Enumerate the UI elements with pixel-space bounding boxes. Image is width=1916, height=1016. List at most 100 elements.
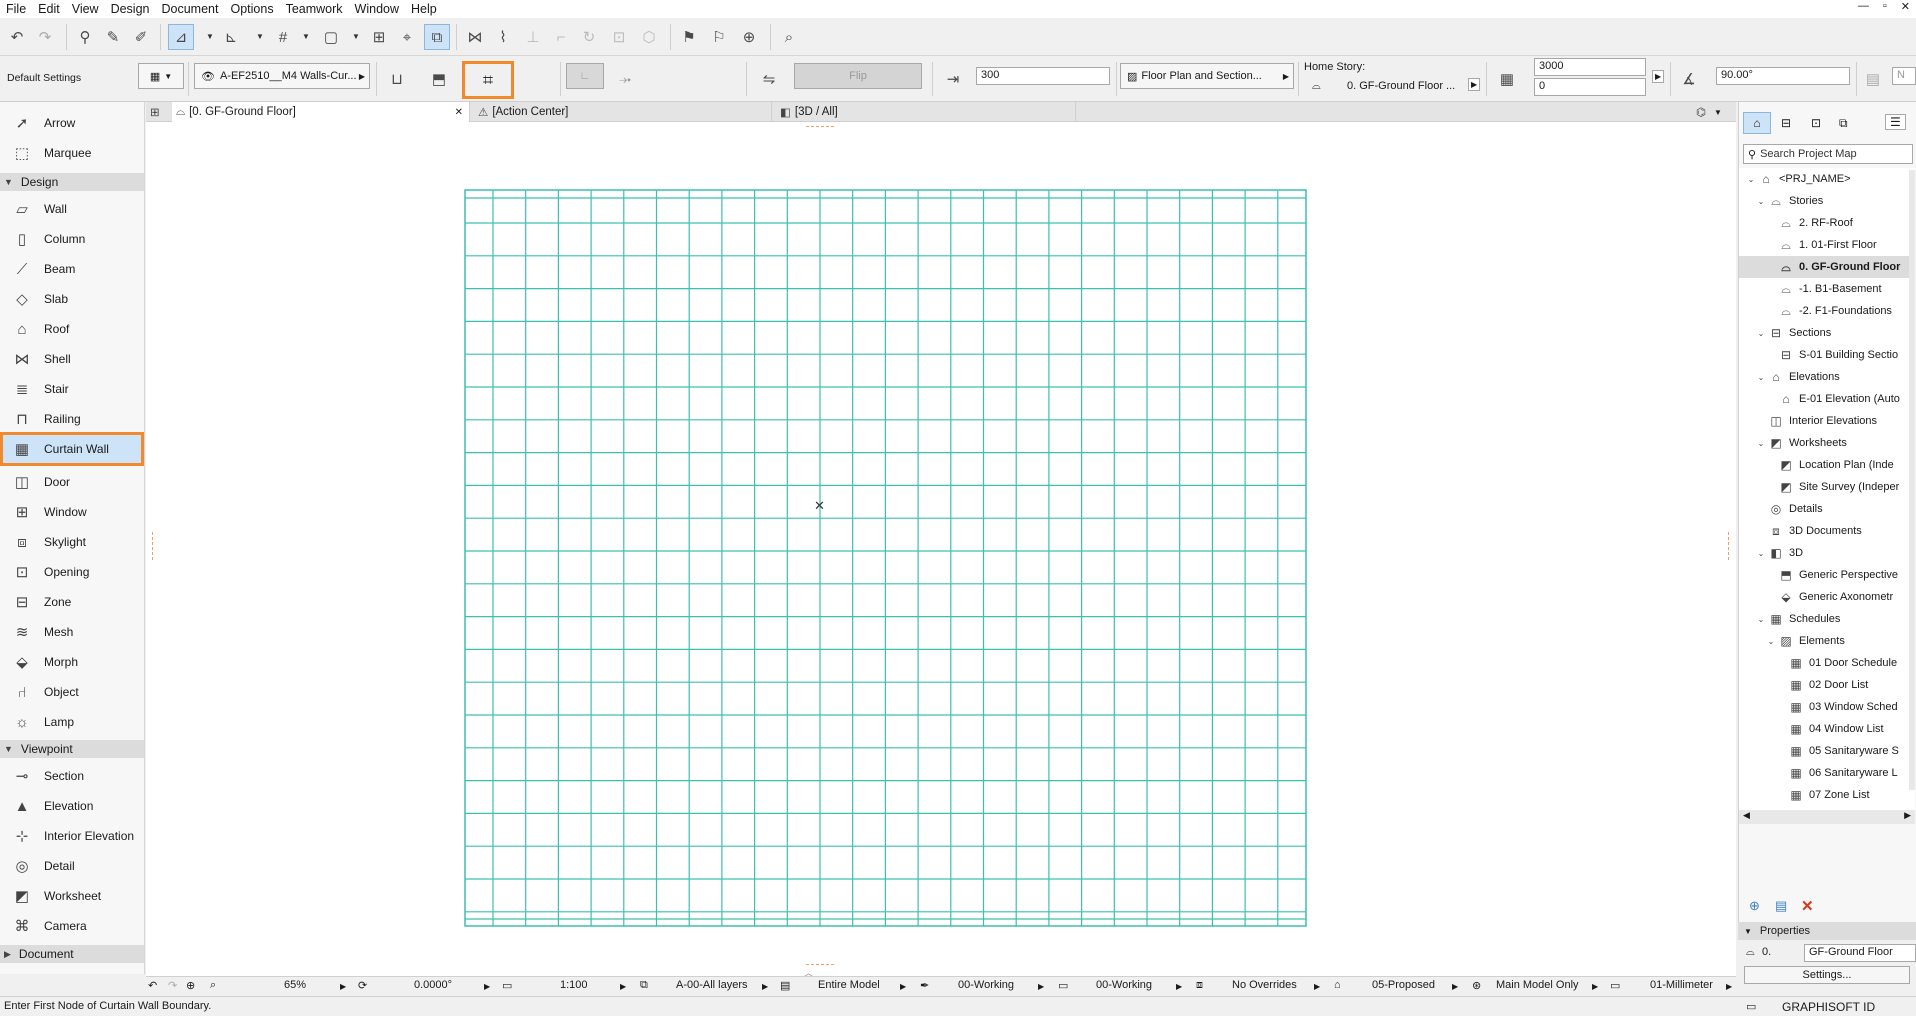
tab-grid-icon[interactable]: ⊞ [150,105,160,119]
offset-icon[interactable]: ⇥ [940,66,966,92]
chevron-right-icon[interactable]: ▶ [1726,982,1732,991]
properties-header[interactable]: ▼ Properties [1738,922,1916,940]
intersect-icon[interactable]: ⊡ [606,24,632,50]
home-story-value[interactable]: 0. GF-Ground Floor ... [1347,80,1455,92]
chevron-right-icon[interactable]: ▶ [900,982,906,991]
curve-icon[interactable]: ↻ [576,24,602,50]
grid-snap-icon[interactable]: # [270,24,296,50]
menu-design[interactable]: Design [105,0,156,18]
chevron-right-icon[interactable]: ▶ [1652,70,1665,83]
model-view-value[interactable]: Entire Model [818,979,880,991]
tree-item[interactable]: ⌄ ◧ 3D [1739,542,1915,564]
offset-icon[interactable]: ⊥ [520,24,546,50]
tab-3d-all[interactable]: ◧ [3D / All] [776,102,1076,122]
adjust-icon[interactable]: ⌇ [490,24,516,50]
group-design[interactable]: ▼ Design [0,173,144,191]
tool-lamp[interactable]: ☼ Lamp [0,708,144,736]
tree-item[interactable]: ▦ 06 Sanitaryware L [1739,762,1915,784]
chevron-right-icon[interactable]: ▶ [620,982,626,991]
tree-vscrollbar[interactable] [1909,170,1915,790]
slant-angle-icon[interactable]: ∡ [1676,66,1702,92]
tool-column[interactable]: ▯ Column [0,225,144,253]
tree-item[interactable]: ⌄ ◩ Worksheets [1739,432,1915,454]
eyedropper-icon[interactable]: ✎ [100,24,126,50]
chevron-right-icon[interactable]: ▶ [1452,982,1458,991]
tool-worksheet[interactable]: ◩ Worksheet [0,882,144,910]
tree-item[interactable]: ⌄ ▨ Elements [1739,630,1915,652]
undo-icon[interactable]: ↶ [4,24,30,50]
chevron-right-icon[interactable]: ▶ [340,982,346,991]
project-map-icon[interactable]: ⌂ [1743,112,1771,134]
search-field[interactable]: ⚲ Search Project Map [1743,144,1913,164]
chevron-down-icon[interactable]: ⌄ [1755,329,1767,338]
menu-help[interactable]: Help [405,0,443,18]
tool-mesh[interactable]: ≋ Mesh [0,618,144,646]
structure-value[interactable]: Main Model Only [1496,979,1579,991]
trace-icon[interactable]: ⌖ [394,24,420,50]
snap-guides-icon[interactable]: ⊾ [218,24,244,50]
boundary-polygon-icon[interactable]: ⌗ [462,61,514,99]
chat-icon[interactable]: ⌕ [776,24,802,50]
tree-item[interactable]: ▦ 03 Window Sched [1739,696,1915,718]
tool-wall[interactable]: ▱ Wall [0,195,144,223]
tool-opening[interactable]: ⊡ Opening [0,558,144,586]
tree-item[interactable]: ⌂ E-01 Elevation (Auto [1739,388,1915,410]
tool-morph[interactable]: ⬙ Morph [0,648,144,676]
tree-item[interactable]: ▦ 01 Door Schedule [1739,652,1915,674]
publisher-icon[interactable]: ⧉ [1839,116,1848,131]
find-select-icon[interactable]: ⚲ [72,24,98,50]
group-document[interactable]: ▶ Document [0,945,144,963]
zoom-icon[interactable]: ⌕ [210,979,216,992]
rotate-icon[interactable]: ⟳ [358,979,367,992]
tree-item[interactable]: ⊟ S-01 Building Sectio [1739,344,1915,366]
split-icon[interactable]: ⋈ [462,24,488,50]
tree-item[interactable]: ⌄ ⌂ Elevations [1739,366,1915,388]
chevron-right-icon[interactable]: ▶ [762,982,768,991]
construction-method-icon[interactable]: ⬒ [426,66,452,92]
tree-item[interactable]: ◎ Details [1739,498,1915,520]
tree-item[interactable]: ▦ 04 Window List [1739,718,1915,740]
close-icon[interactable]: ✕ [455,107,463,118]
rotation-angle[interactable]: 0.0000° [414,979,452,991]
chevron-right-icon[interactable]: ▶ [1904,810,1911,821]
tree-item[interactable]: ⌄ ⌂ <PRJ_NAME> [1739,168,1915,190]
tool-beam[interactable]: ⟋ Beam [0,255,144,283]
chevron-down-icon[interactable]: ⌄ [1755,373,1767,382]
tool-marquee[interactable]: ⬚ Marquee [0,139,144,167]
tool-detail[interactable]: ◎ Detail [0,852,144,880]
tree-item[interactable]: ◩ Site Survey (Indeper [1739,476,1915,498]
pen-set-value[interactable]: 00-Working [958,979,1014,991]
overrides-value[interactable]: No Overrides [1232,979,1297,991]
tool-arrow[interactable]: ➚ Arrow [0,109,144,137]
tool-section[interactable]: ⊸ Section [0,762,144,790]
fillet-icon[interactable]: ⌐ [548,24,574,50]
menu-window[interactable]: Window [349,0,405,18]
tree-item[interactable]: ⬙ Generic Axonometr [1739,586,1915,608]
zoom-in-icon[interactable]: ⊕ [186,979,195,992]
height-top-field[interactable]: 3000 [1534,58,1646,76]
tree-hscrollbar[interactable]: ◀ ▶ [1739,810,1915,824]
grid-scheme-icon[interactable]: ▤ [1860,66,1886,92]
story-name-field[interactable]: GF-Ground Floor [1804,944,1916,962]
chevron-right-icon[interactable]: ▶ [1592,982,1598,991]
chevron-down-icon[interactable]: ⌄ [1755,197,1767,206]
tree-item[interactable]: ⌓ 0. GF-Ground Floor [1739,256,1915,278]
issue-icon[interactable]: ⚐ [706,24,732,50]
tool-interior-elevation[interactable]: ⊹ Interior Elevation [0,822,144,850]
angle-field[interactable]: 90.00° [1716,67,1850,85]
tree-item[interactable]: ⌓ -1. B1-Basement [1739,278,1915,300]
suspend-groups-icon[interactable]: ⧉ [424,24,450,50]
tree-item[interactable]: ⌓ 1. 01-First Floor [1739,234,1915,256]
tree-item[interactable]: ⬒ Generic Perspective [1739,564,1915,586]
tool-curtain-wall[interactable]: ▦ Curtain Wall [0,432,144,466]
chevron-right-icon[interactable]: ▶ [1176,982,1182,991]
menu-edit[interactable]: Edit [32,0,66,18]
tree-item[interactable]: ⌓ 2. RF-Roof [1739,212,1915,234]
tree-item[interactable]: ◩ Location Plan (Inde [1739,454,1915,476]
layer-combination[interactable]: A-00-All layers [676,979,748,991]
group-viewpoint[interactable]: ▼ Viewpoint [0,740,144,758]
syringe-icon[interactable]: ✐ [128,24,154,50]
tab-options[interactable]: ⌬ ▼ [1692,102,1736,122]
explode-icon[interactable]: ⬡ [636,24,662,50]
offset-field[interactable]: 300 [976,67,1110,85]
